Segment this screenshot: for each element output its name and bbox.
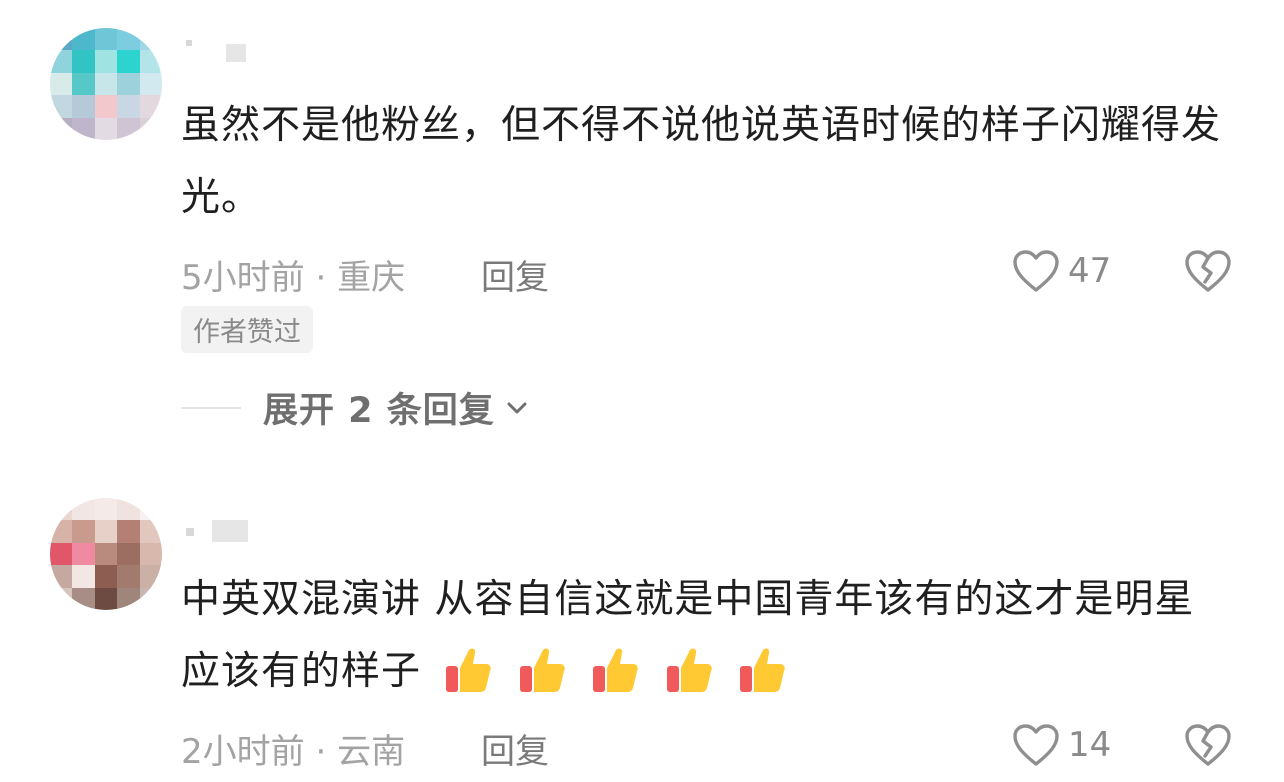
like-count: 47 [1068,251,1112,291]
comment-time: 5小时前 [181,258,305,298]
expand-replies-label: 展开 2 条回复 [263,391,495,431]
avatar-mosaic [50,28,162,140]
thumbs-up-emoji [740,648,785,692]
reply-button[interactable]: 回复 [481,250,549,299]
dislike-button[interactable] [1183,249,1233,297]
thumbs-up-emoji [519,648,565,692]
chevron-down-icon [507,402,527,413]
comment-meta: 5小时前 · 重庆 [181,250,405,299]
expand-divider [181,406,241,409]
username-masked[interactable] [182,38,252,66]
meta-separator: · [315,258,327,298]
comment-text: 虽然不是他粉丝，但不得不说他说英语时候的样子闪耀得发光。 [181,103,1222,220]
like-button[interactable]: 47 [1012,249,1111,293]
username-masked[interactable] [182,516,252,544]
avatar[interactable] [50,28,162,140]
dislike-button[interactable] [1183,723,1233,771]
comment-time: 2小时前 [181,732,305,772]
comment-text: 中英双混演讲 从容自信这就是中国青年该有的这才是明星应该有的样子 [181,564,1221,708]
avatar[interactable] [50,498,162,610]
comment-location: 重庆 [337,258,406,298]
thumbs-up-emoji [446,648,492,692]
broken-heart-icon [1185,724,1231,766]
like-button[interactable]: 14 [1012,723,1111,767]
heart-outline-icon [1013,250,1059,292]
thumbs-up-emoji [593,648,639,692]
heart-outline-icon [1013,724,1059,766]
meta-separator: · [315,732,327,772]
comment-location: 云南 [337,732,406,772]
author-liked-badge: 作者赞过 [181,306,313,353]
avatar-mosaic [50,498,162,610]
comment-item: 虽然不是他粉丝，但不得不说他说英语时候的样子闪耀得发光。 5小时前 · 重庆 回… [0,0,1284,440]
comment-meta: 2小时前 · 云南 [181,724,405,773]
thumbs-up-emoji [666,648,712,692]
expand-replies-button[interactable]: 展开 2 条回复 [181,382,531,433]
broken-heart-icon [1185,250,1231,292]
like-count: 14 [1068,725,1112,765]
reply-button[interactable]: 回复 [481,724,549,773]
emoji-row [434,648,788,694]
comment-item: 中英双混演讲 从容自信这就是中国青年该有的这才是明星应该有的样子 2小时前 · … [0,480,1284,782]
